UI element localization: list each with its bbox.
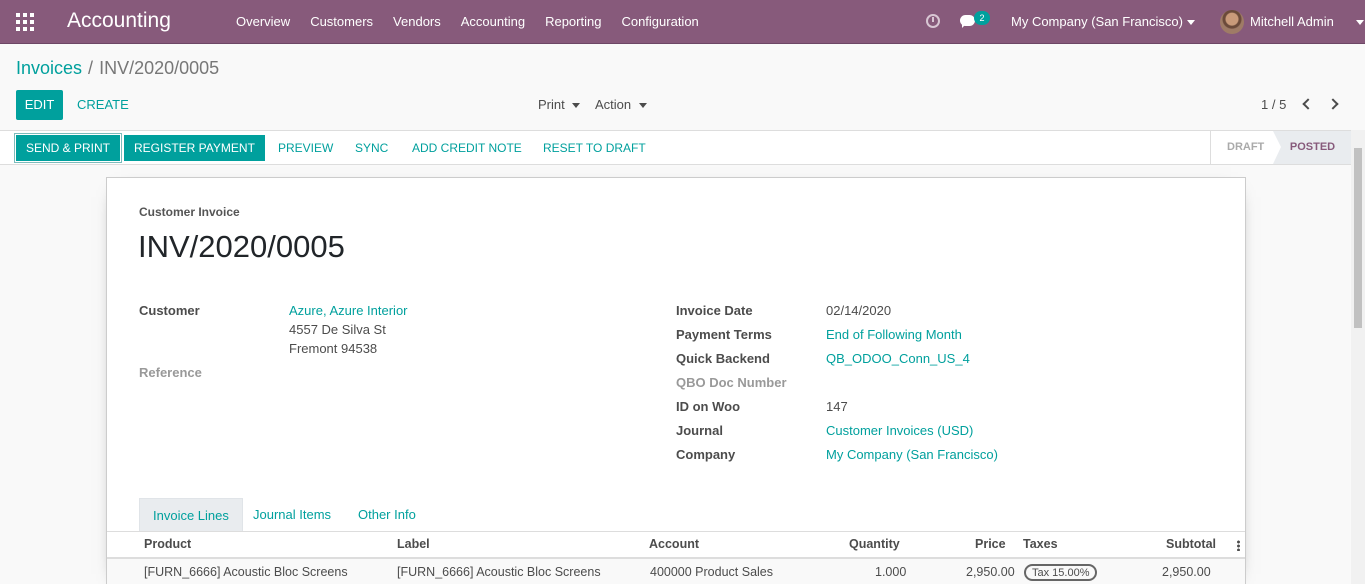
chevron-left-icon[interactable] bbox=[1302, 98, 1314, 110]
add-credit-note-button[interactable]: ADD CREDIT NOTE bbox=[402, 135, 532, 161]
invoice-number: INV/2020/0005 bbox=[138, 229, 345, 264]
cell-subtotal: 2,950.00 bbox=[1162, 565, 1211, 579]
menu-vendors[interactable]: Vendors bbox=[383, 0, 451, 44]
column-taxes[interactable]: Taxes bbox=[1023, 537, 1058, 551]
scrollbar[interactable] bbox=[1351, 130, 1365, 584]
chevron-down-icon bbox=[1187, 20, 1195, 25]
sync-button[interactable]: SYNC bbox=[345, 135, 398, 161]
id-on-woo-label: ID on Woo bbox=[676, 399, 741, 414]
create-button[interactable]: CREATE bbox=[77, 90, 129, 120]
invoice-date-label: Invoice Date bbox=[676, 303, 753, 318]
form-statusbar: SEND & PRINT REGISTER PAYMENT PREVIEW SY… bbox=[0, 130, 1352, 165]
stage-draft: DRAFT bbox=[1211, 131, 1281, 164]
user-menu[interactable]: Mitchell Admin bbox=[1250, 0, 1334, 44]
register-payment-button[interactable]: REGISTER PAYMENT bbox=[124, 135, 265, 161]
status-stages: DRAFT POSTED bbox=[1210, 131, 1352, 164]
column-product[interactable]: Product bbox=[144, 537, 191, 551]
stage-posted: POSTED bbox=[1273, 131, 1352, 164]
tab-journal-items[interactable]: Journal Items bbox=[240, 498, 344, 531]
edit-button[interactable]: EDIT bbox=[16, 90, 63, 120]
chevron-right-icon[interactable] bbox=[1327, 98, 1339, 110]
main-menu: Overview Customers Vendors Accounting Re… bbox=[226, 0, 709, 44]
chevron-down-icon bbox=[639, 103, 647, 108]
invoice-date-value: 02/14/2020 bbox=[826, 303, 892, 318]
send-print-button[interactable]: SEND & PRINT bbox=[13, 133, 123, 163]
cell-price: 2,950.00 bbox=[966, 565, 1015, 579]
breadcrumb-current: INV/2020/0005 bbox=[99, 58, 220, 78]
chat-icon[interactable] bbox=[960, 15, 975, 28]
cell-quantity: 1.000 bbox=[875, 565, 907, 579]
pager-value[interactable]: 1 / 5 bbox=[1261, 90, 1286, 120]
avatar[interactable] bbox=[1220, 10, 1244, 34]
chevron-down-icon bbox=[572, 103, 580, 108]
chat-count-badge: 2 bbox=[974, 11, 990, 25]
menu-customers[interactable]: Customers bbox=[300, 0, 383, 44]
column-subtotal[interactable]: Subtotal bbox=[1166, 537, 1216, 551]
company-switcher[interactable]: My Company (San Francisco) bbox=[1011, 0, 1183, 44]
payment-terms-link[interactable]: End of Following Month bbox=[826, 327, 962, 342]
apps-grid-icon[interactable] bbox=[16, 13, 34, 31]
form-sheet: Customer Invoice INV/2020/0005 Customer … bbox=[106, 177, 1246, 584]
column-account[interactable]: Account bbox=[649, 537, 699, 551]
payment-terms-label: Payment Terms bbox=[676, 327, 772, 342]
column-price[interactable]: Price bbox=[975, 537, 1006, 551]
breadcrumb-separator: / bbox=[88, 58, 94, 78]
column-options-icon[interactable] bbox=[1237, 540, 1240, 551]
column-quantity[interactable]: Quantity bbox=[849, 537, 900, 551]
quick-backend-link[interactable]: QB_ODOO_Conn_US_4 bbox=[826, 351, 970, 366]
scrollbar-thumb[interactable] bbox=[1354, 148, 1362, 328]
tab-other-info[interactable]: Other Info bbox=[345, 498, 429, 531]
print-dropdown[interactable]: Print bbox=[538, 90, 565, 120]
breadcrumb: Invoices / INV/2020/0005 bbox=[16, 58, 219, 79]
column-label[interactable]: Label bbox=[397, 537, 430, 551]
document-type: Customer Invoice bbox=[139, 205, 240, 219]
journal-label: Journal bbox=[676, 423, 723, 438]
cell-label: [FURN_6666] Acoustic Bloc Screens bbox=[397, 565, 601, 579]
tabs-divider bbox=[107, 531, 1245, 532]
breadcrumb-invoices[interactable]: Invoices bbox=[16, 58, 82, 78]
reset-to-draft-button[interactable]: RESET TO DRAFT bbox=[533, 135, 656, 161]
chevron-down-icon bbox=[1356, 20, 1364, 25]
customer-city: Fremont 94538 bbox=[289, 341, 378, 356]
customer-street: 4557 De Silva St bbox=[289, 322, 386, 337]
cell-product: [FURN_6666] Acoustic Bloc Screens bbox=[144, 565, 348, 579]
qbo-doc-number-label: QBO Doc Number bbox=[676, 375, 787, 390]
customer-label: Customer bbox=[139, 303, 200, 318]
menu-configuration[interactable]: Configuration bbox=[611, 0, 708, 44]
menu-overview[interactable]: Overview bbox=[226, 0, 300, 44]
company-link[interactable]: My Company (San Francisco) bbox=[826, 447, 998, 462]
action-dropdown[interactable]: Action bbox=[595, 90, 631, 120]
preview-button[interactable]: PREVIEW bbox=[268, 135, 343, 161]
menu-reporting[interactable]: Reporting bbox=[535, 0, 611, 44]
journal-link[interactable]: Customer Invoices (USD) bbox=[826, 423, 973, 438]
menu-accounting[interactable]: Accounting bbox=[451, 0, 535, 44]
reference-label: Reference bbox=[139, 365, 202, 380]
customer-link[interactable]: Azure, Azure Interior bbox=[289, 303, 408, 318]
company-label: Company bbox=[676, 447, 736, 462]
quick-backend-label: Quick Backend bbox=[676, 351, 770, 366]
tab-invoice-lines[interactable]: Invoice Lines bbox=[139, 498, 243, 531]
clock-icon[interactable] bbox=[926, 14, 940, 28]
top-navbar: Accounting Overview Customers Vendors Ac… bbox=[0, 0, 1365, 44]
app-title[interactable]: Accounting bbox=[67, 9, 171, 33]
cell-account: 400000 Product Sales bbox=[650, 565, 774, 579]
tax-badge: Tax 15.00% bbox=[1024, 564, 1098, 581]
id-on-woo-value: 147 bbox=[826, 399, 848, 414]
